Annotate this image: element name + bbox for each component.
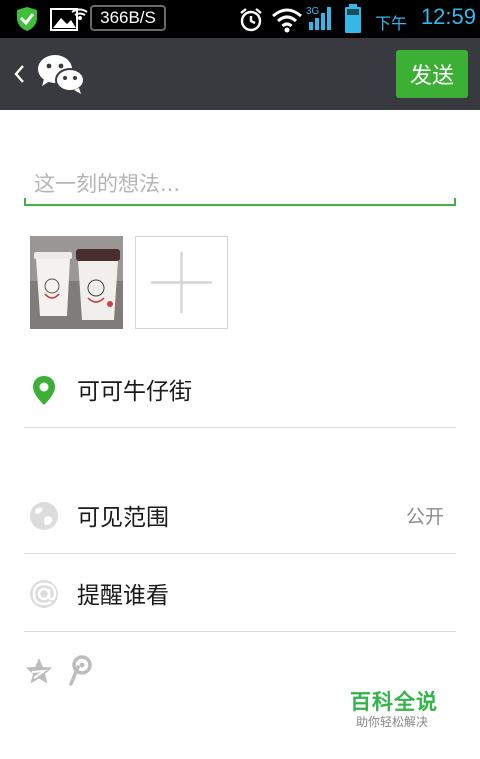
clock: 12:59: [420, 4, 476, 29]
remind-label: 提醒谁看: [77, 583, 169, 609]
cellular-3g-signal-icon: 3G: [306, 6, 331, 30]
thought-input[interactable]: [34, 168, 444, 200]
chevron-left-icon[interactable]: [13, 64, 25, 84]
qzone-star-icon[interactable]: [24, 656, 54, 686]
watermark-title: 百科全说: [350, 690, 438, 714]
title-bar: 发送: [0, 38, 480, 110]
net-speed-indicator: 366B/S: [90, 5, 166, 31]
photo-thumbnail[interactable]: [30, 236, 123, 329]
battery-icon: [345, 4, 361, 33]
wechat-logo-icon: [38, 55, 85, 94]
status-bar: 366B/S 3G 下午 12:59: [0, 0, 480, 38]
visibility-row[interactable]: 可见范围 公开: [24, 476, 456, 554]
globe-icon: [30, 502, 58, 530]
image-icon: [50, 8, 88, 31]
svg-text:3G: 3G: [306, 6, 320, 17]
at-sign-icon: [30, 580, 58, 608]
plus-icon: [151, 252, 212, 313]
location-pin-icon: [33, 376, 55, 405]
send-button[interactable]: 发送: [396, 50, 468, 98]
watermark-subtitle: 助你轻松解决: [356, 715, 429, 729]
visibility-label: 可见范围: [77, 505, 169, 531]
alarm-icon: [240, 8, 262, 32]
remind-row[interactable]: 提醒谁看: [24, 554, 456, 632]
wifi-icon: [272, 8, 302, 33]
thought-input-container: [24, 160, 456, 206]
visibility-value: 公开: [405, 506, 444, 528]
cups-photo: [30, 236, 123, 329]
shield-icon: [17, 7, 37, 31]
location-row[interactable]: 可可牛仔街: [24, 350, 456, 428]
tencent-weibo-icon[interactable]: [66, 654, 96, 686]
add-photo-button[interactable]: [135, 236, 228, 329]
location-label: 可可牛仔街: [77, 379, 192, 405]
time-period: 下午: [375, 14, 408, 33]
